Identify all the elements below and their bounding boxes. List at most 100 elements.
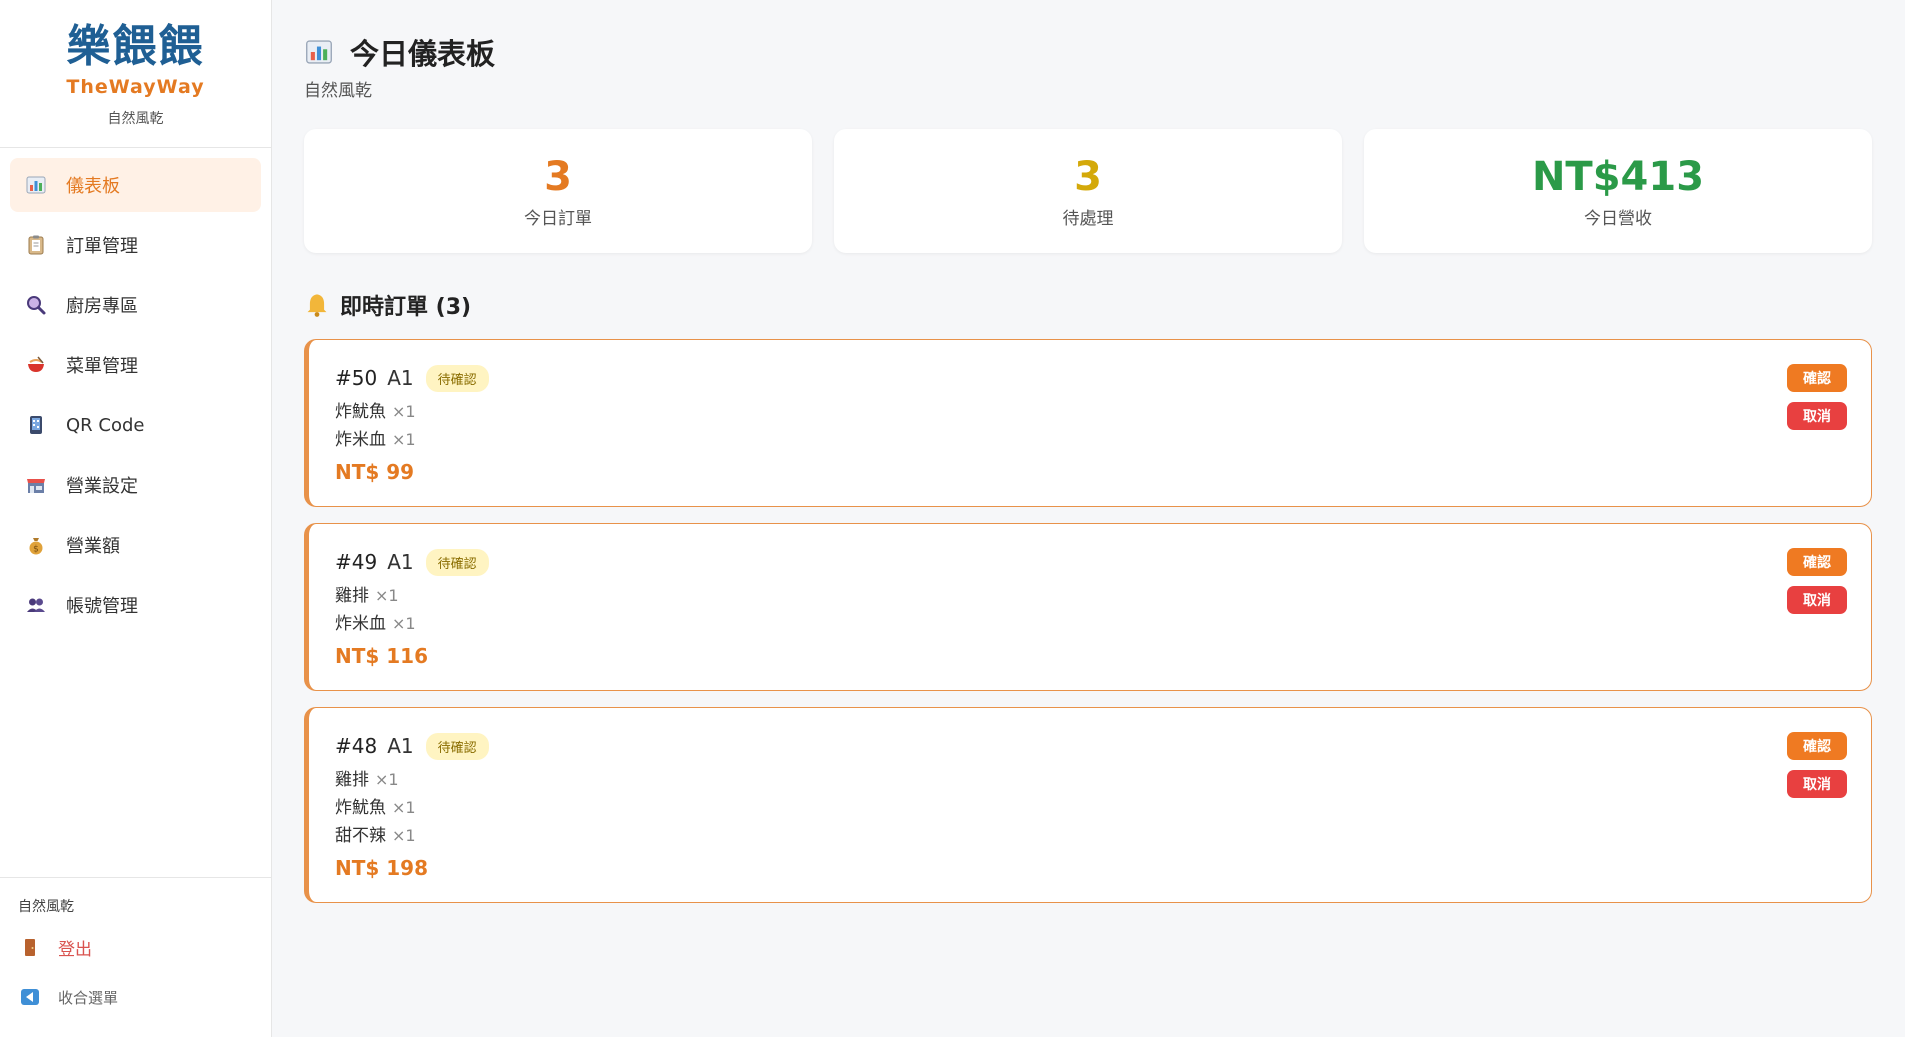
status-badge: 待確認	[425, 732, 489, 760]
item-name: 炸米血	[335, 614, 386, 634]
order-actions: 確認 取消	[1787, 364, 1847, 430]
item-qty: ×1	[392, 614, 416, 633]
live-orders-header: 即時訂單 (3)	[304, 287, 1873, 323]
sidebar-item-menu[interactable]: 菜單管理	[10, 338, 261, 392]
cancel-button[interactable]: 取消	[1787, 770, 1847, 798]
bar-chart-icon	[24, 173, 48, 197]
item-name: 炸魷魚	[335, 402, 386, 422]
order-item: 雞排 ×1	[335, 582, 1845, 610]
brand-store: 自然風乾	[107, 111, 164, 127]
page-title: 今日儀表板	[350, 37, 496, 71]
order-card: #50 A1 待確認 炸魷魚 ×1 炸米血 ×1 NT$ 99 確認 取消	[304, 339, 1872, 507]
stat-label: 待處理	[1062, 208, 1114, 229]
status-badge: 待確認	[425, 364, 489, 392]
order-number: #49	[335, 550, 378, 574]
users-icon	[24, 593, 48, 617]
order-table: A1	[387, 734, 414, 758]
order-header: #48 A1 待確認	[335, 732, 1845, 760]
sidebar-nav: 儀表板 訂單管理 廚房專區 菜單管理 QR Code 營業設定 $ 營業額 帳號…	[0, 148, 271, 877]
order-number: #48	[335, 734, 378, 758]
stat-label: 今日營收	[1584, 208, 1652, 229]
order-item: 雞排 ×1	[335, 766, 1845, 794]
collapse-menu-button[interactable]: 收合選單	[18, 982, 253, 1012]
order-number: #50	[335, 366, 378, 390]
stats-row: 3 今日訂單 3 待處理 NT$413 今日營收	[304, 129, 1873, 253]
order-item: 炸米血 ×1	[335, 610, 1845, 638]
sidebar-item-revenue[interactable]: $ 營業額	[10, 518, 261, 572]
item-qty: ×1	[392, 402, 416, 421]
order-card: #49 A1 待確認 雞排 ×1 炸米血 ×1 NT$ 116 確認 取消	[304, 523, 1872, 691]
sidebar-item-label: 廚房專區	[66, 296, 138, 317]
magnifier-icon	[24, 293, 48, 317]
money-bag-icon: $	[24, 533, 48, 557]
brand-logo: 樂餵餵	[66, 21, 205, 72]
order-item: 甜不辣 ×1	[335, 822, 1845, 850]
sidebar-item-label: 菜單管理	[66, 356, 138, 377]
stat-value: 3	[1074, 153, 1102, 200]
stat-value: 3	[544, 153, 572, 200]
qr-code-icon	[24, 413, 48, 437]
stat-card-revenue: NT$413 今日營收	[1364, 129, 1872, 253]
order-table: A1	[387, 550, 414, 574]
confirm-button[interactable]: 確認	[1787, 548, 1847, 576]
collapse-arrow-icon	[18, 985, 42, 1009]
bar-chart-icon	[306, 40, 332, 64]
sidebar-item-dashboard[interactable]: 儀表板	[10, 158, 261, 212]
order-card: #48 A1 待確認 雞排 ×1 炸魷魚 ×1 甜不辣 ×1 NT$ 198 確認 取…	[304, 707, 1872, 903]
footer-store-name: 自然風乾	[18, 899, 74, 915]
item-name: 雞排	[335, 586, 369, 606]
sidebar-item-label: 儀表板	[66, 176, 120, 197]
collapse-label: 收合選單	[58, 988, 119, 1007]
order-item: 炸魷魚 ×1	[335, 794, 1845, 822]
order-header: #50 A1 待確認	[335, 364, 1845, 392]
sidebar-footer: 自然風乾 登出 收合選單	[0, 877, 271, 1037]
order-actions: 確認 取消	[1787, 732, 1847, 798]
order-header: #49 A1 待確認	[335, 548, 1845, 576]
stat-card-today-orders: 3 今日訂單	[304, 129, 812, 253]
sidebar-item-kitchen[interactable]: 廚房專區	[10, 278, 261, 332]
item-qty: ×1	[392, 798, 416, 817]
door-icon	[18, 935, 42, 959]
sidebar-item-label: 營業設定	[66, 476, 138, 497]
item-name: 雞排	[335, 770, 369, 790]
logout-button[interactable]: 登出	[18, 932, 253, 962]
sidebar-item-business[interactable]: 營業設定	[10, 458, 261, 512]
confirm-button[interactable]: 確認	[1787, 732, 1847, 760]
item-qty: ×1	[392, 826, 416, 845]
confirm-button[interactable]: 確認	[1787, 364, 1847, 392]
stat-card-pending: 3 待處理	[834, 129, 1342, 253]
order-item: 炸魷魚 ×1	[335, 398, 1845, 426]
order-total: NT$ 198	[335, 856, 429, 880]
cancel-button[interactable]: 取消	[1787, 402, 1847, 430]
app-root: 樂餵餵 TheWayWay 自然風乾 儀表板 訂單管理 廚房專區 菜單管理 QR…	[0, 0, 1905, 1037]
sidebar-item-label: 帳號管理	[66, 596, 138, 617]
item-qty: ×1	[375, 770, 399, 789]
bowl-icon	[24, 353, 48, 377]
item-name: 炸魷魚	[335, 798, 386, 818]
main-content: 今日儀表板 自然風乾 3 今日訂單 3 待處理 NT$413 今日營收 即時訂單…	[272, 0, 1905, 1037]
sidebar-item-label: 訂單管理	[66, 236, 138, 257]
order-total: NT$ 99	[335, 460, 415, 484]
brand-name: TheWayWay	[66, 76, 205, 98]
sidebar-item-accounts[interactable]: 帳號管理	[10, 578, 261, 632]
order-actions: 確認 取消	[1787, 548, 1847, 614]
order-table: A1	[387, 366, 414, 390]
stat-value: NT$413	[1531, 153, 1705, 200]
clipboard-icon	[24, 233, 48, 257]
sidebar: 樂餵餵 TheWayWay 自然風乾 儀表板 訂單管理 廚房專區 菜單管理 QR…	[0, 0, 272, 1037]
sidebar-item-label: 營業額	[66, 536, 120, 557]
page-subtitle: 自然風乾	[304, 81, 372, 101]
store-icon	[24, 473, 48, 497]
brand: 樂餵餵 TheWayWay 自然風乾	[0, 0, 271, 148]
sidebar-item-label: QR Code	[66, 414, 145, 436]
logout-label: 登出	[58, 939, 92, 960]
page-header: 今日儀表板	[304, 30, 1873, 74]
order-item: 炸米血 ×1	[335, 426, 1845, 454]
svg-text:$: $	[33, 545, 39, 555]
sidebar-item-orders[interactable]: 訂單管理	[10, 218, 261, 272]
live-orders-title: 即時訂單 (3)	[340, 295, 472, 320]
order-total: NT$ 116	[335, 644, 429, 668]
item-qty: ×1	[375, 586, 399, 605]
sidebar-item-qrcode[interactable]: QR Code	[10, 398, 261, 452]
cancel-button[interactable]: 取消	[1787, 586, 1847, 614]
